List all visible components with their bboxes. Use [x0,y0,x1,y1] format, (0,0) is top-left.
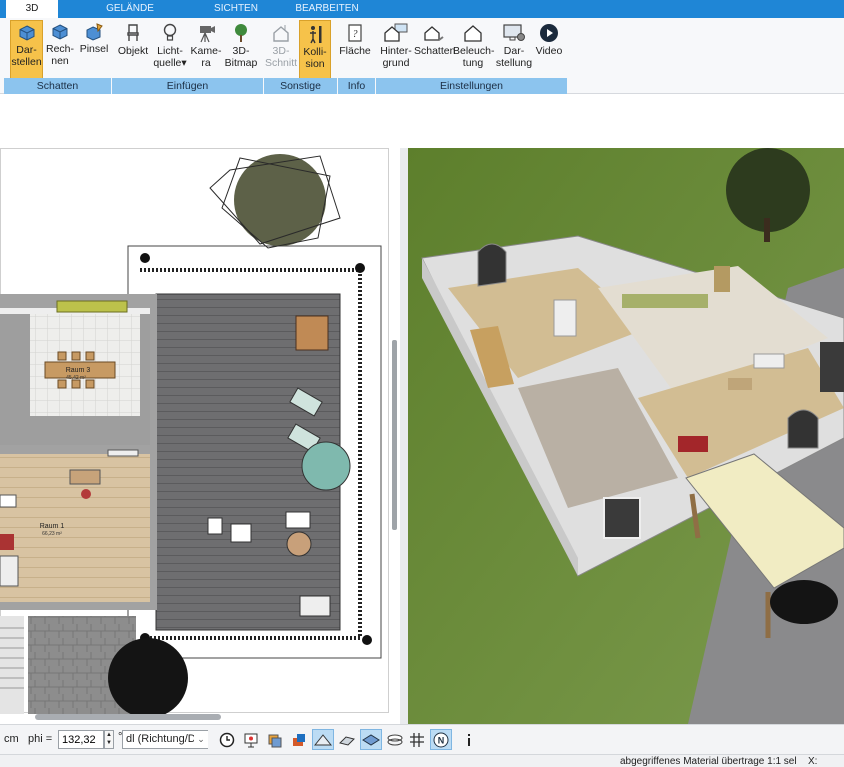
tab-sichten[interactable]: SICHTEN [206,0,266,18]
group-sonstige: Sonstige [264,78,338,94]
north-compass-icon[interactable]: N [430,729,452,750]
darstellen-button[interactable]: Dar-stellen [10,20,43,80]
room-3-label: Raum 3 [66,367,91,374]
camera-icon [200,26,215,43]
cube-icon [52,24,68,40]
house-light-icon [464,25,482,42]
tab-3d[interactable]: 3D [6,0,58,18]
person-wall-icon [310,26,322,44]
pinsel-button[interactable]: Pinsel [78,20,110,80]
room-1-area: 66,23 m² [42,531,62,537]
chevron-down-icon[interactable]: ▾ [181,57,186,69]
video-button[interactable]: Video [534,20,564,80]
ribbon-group-bar: Schatten Einfügen Sonstige Info Einstell… [4,78,567,94]
tree-icon [235,24,247,42]
kamera-button[interactable]: Kame-ra [190,20,222,80]
group-einstellungen: Einstellungen [439,80,504,92]
phi-label: phi = [28,733,53,745]
beleuchtung-button[interactable]: Beleuch-tung [453,20,494,80]
paint-cube-icon [86,23,103,41]
house-shadow-icon [424,26,444,41]
phi-input[interactable] [58,730,104,749]
group-info: Info [338,78,376,94]
schatten-settings-button[interactable]: Schatten [414,20,455,80]
app-window: 3D GELÄNDE SICHTEN BEARBEITEN Dar-stelle… [0,0,844,767]
chevron-down-icon[interactable]: ⌄ [194,731,208,748]
status-bar: abgegriffenes Material übertrage 1:1 sel… [0,754,844,767]
3d-scene-canvas[interactable] [408,148,844,724]
unit-label: cm [4,733,19,745]
info-document-icon: ? [348,24,362,42]
monitor-gear-icon [503,24,525,41]
svg-text:N: N [438,735,445,745]
chair-icon [127,24,139,41]
coordinate-x-label: X: [808,756,818,767]
room-1-label: Raum 1 [40,523,65,530]
ribbon-tab-bar: 3D GELÄNDE SICHTEN BEARBEITEN [0,0,844,18]
floor-plan-canvas[interactable]: Raum 3 45,42 m² Raum 1 66,23 m² [0,148,400,714]
house-background-icon [384,23,408,42]
terrain-view-icon[interactable] [312,729,334,750]
group-einfuegen: Einfügen [112,78,264,94]
plan-vertical-scrollbar[interactable] [392,340,397,530]
splitter[interactable] [400,148,408,724]
group-schatten: Schatten [4,78,112,94]
phi-spinner[interactable]: ▲ ▼ [104,730,114,749]
texture-icon[interactable] [336,729,358,750]
rechnen-button[interactable]: Rech-nen [44,20,76,80]
material-picker-icon[interactable] [288,729,310,750]
kollision-button[interactable]: Kolli-sion [299,20,331,80]
plane-view-icon[interactable] [360,729,382,750]
grid-icon[interactable] [406,729,428,750]
layer-stack-icon[interactable] [264,729,286,750]
bottom-toolbar: cm phi = ▲▼ ° dl (Richtung/Di ⌄ N [0,724,844,754]
hintergrund-button[interactable]: Hinter-grund [378,20,414,80]
light-bulb-icon [163,23,177,41]
info-icon[interactable] [458,729,480,750]
tab-gelaende[interactable]: GELÄNDE [100,0,160,18]
plan-horizontal-scrollbar[interactable] [35,714,221,720]
ribbon: Dar-stellen Rech-nen Pinsel Objekt Licht… [0,18,844,94]
clock-icon[interactable] [216,729,238,750]
layers-icon[interactable] [384,729,406,750]
cube-icon [19,25,34,41]
tree-symbol[interactable] [209,154,341,249]
tab-bearbeiten[interactable]: BEARBEITEN [290,0,364,18]
3d-bitmap-button[interactable]: 3D- Bitmap [224,20,258,80]
3d-view[interactable] [408,148,844,724]
3d-schnitt-button[interactable]: 3D- Schnitt [264,20,298,80]
darstellung-button[interactable]: Dar-stellung [494,20,534,80]
lichtquelle-button[interactable]: Licht-quelle▾ [152,20,188,80]
presentation-icon[interactable] [240,729,262,750]
section-house-icon [273,25,289,42]
play-icon [540,24,558,42]
flaeche-button[interactable]: ? Fläche [338,20,372,80]
floor-plan-view[interactable]: Raum 3 45,42 m² Raum 1 66,23 m² [0,148,400,714]
room-3-area: 45,42 m² [66,375,86,381]
svg-text:?: ? [353,29,358,40]
status-message: abgegriffenes Material übertrage 1:1 sel [620,756,797,767]
objekt-button[interactable]: Objekt [116,20,150,80]
